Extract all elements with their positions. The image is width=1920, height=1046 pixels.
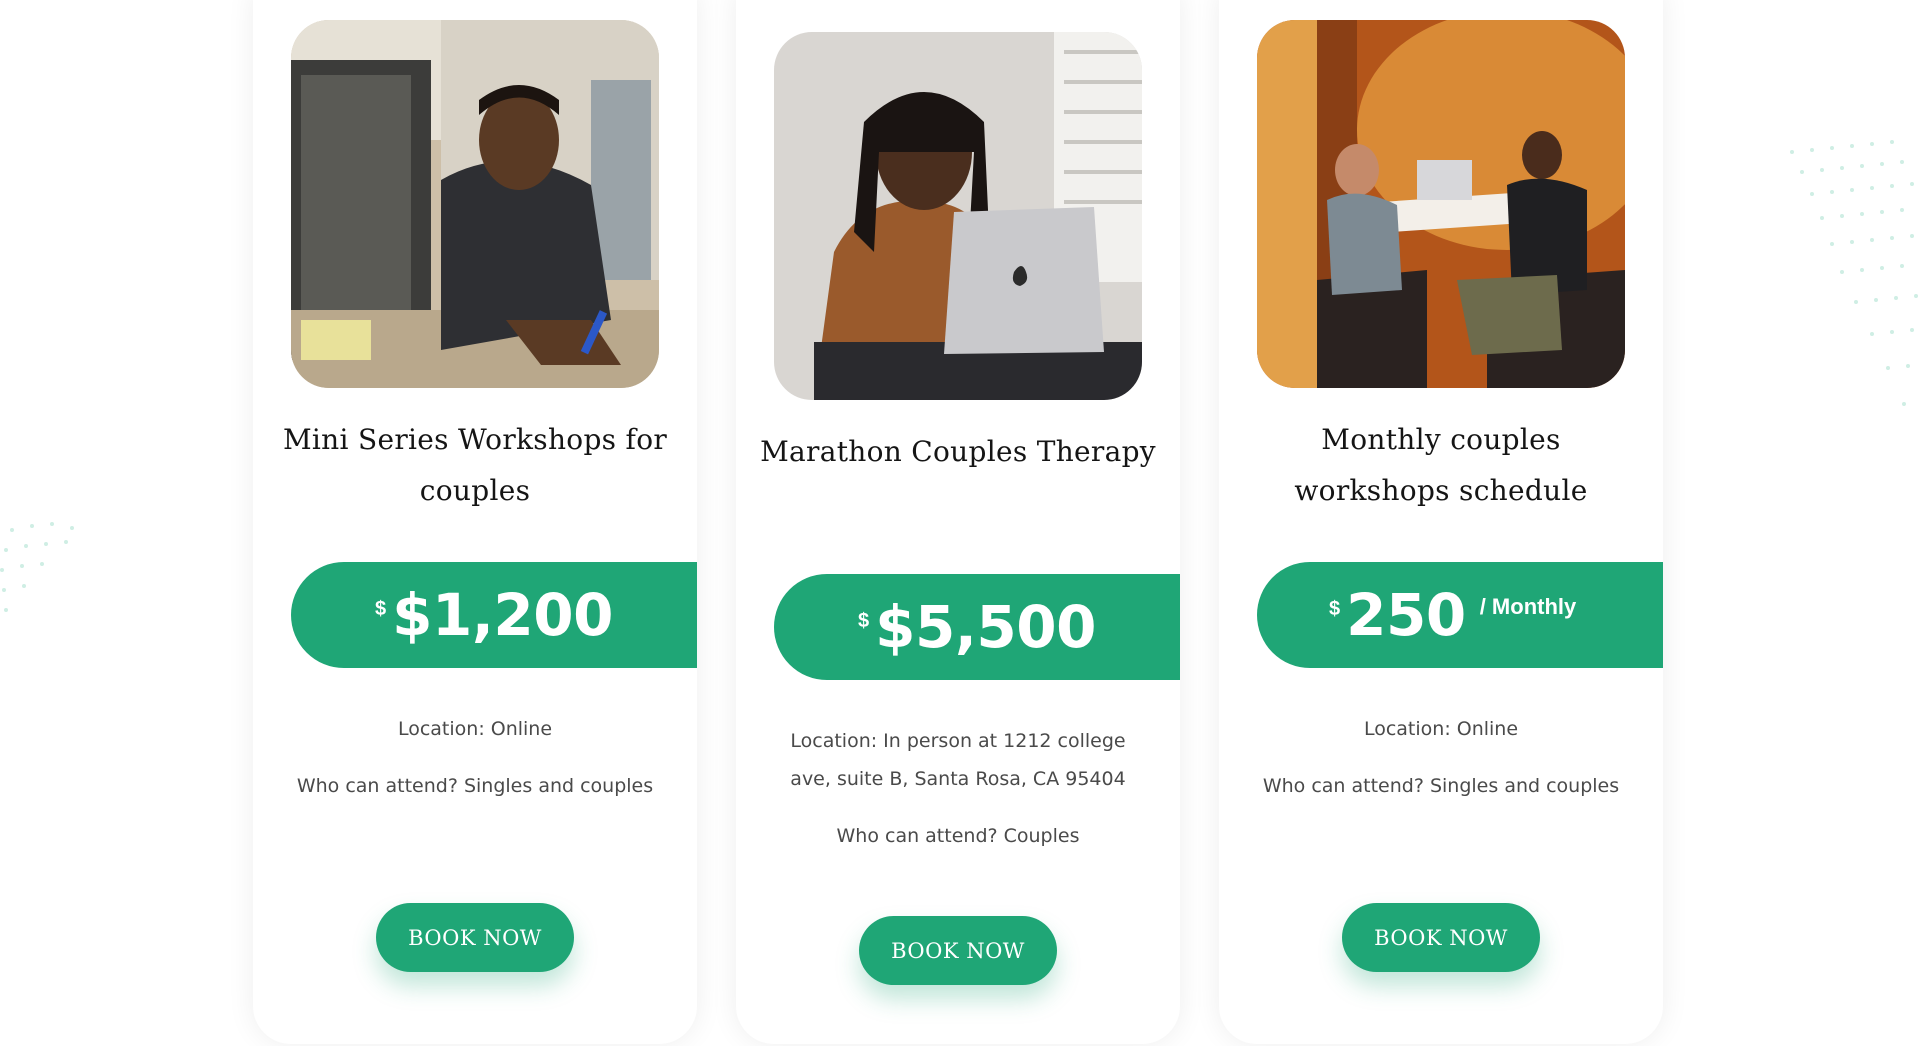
location-text: Location: In person at 1212 college ave,… bbox=[790, 730, 1126, 790]
attend-text: Who can attend? Couples bbox=[836, 825, 1080, 847]
pricing-card-mini-series: Mini Series Workshops for couples $ $1,2… bbox=[253, 0, 697, 1044]
price-amount: 250 bbox=[1346, 581, 1466, 649]
book-now-button[interactable]: BOOK NOW bbox=[1342, 903, 1540, 972]
photo-woman-with-laptop bbox=[774, 32, 1142, 400]
attend-text: Who can attend? Singles and couples bbox=[296, 775, 654, 797]
attend-text: Who can attend? Singles and couples bbox=[1262, 775, 1620, 797]
pricing-card-marathon: Marathon Couples Therapy $ $5,500 Locati… bbox=[736, 0, 1180, 1044]
currency-symbol: $ bbox=[858, 610, 870, 632]
location-text: Location: Online bbox=[397, 718, 553, 740]
photo-two-men-meeting-in-booth bbox=[1257, 20, 1625, 388]
currency-symbol: $ bbox=[375, 598, 387, 620]
card-title: Marathon Couples Therapy bbox=[760, 435, 1156, 468]
decorative-dots-right bbox=[1780, 140, 1920, 430]
pricing-card-monthly: Monthly couples workshops schedule $ 250… bbox=[1219, 0, 1663, 1044]
price-pill: $ $1,200 bbox=[291, 562, 697, 668]
book-now-button[interactable]: BOOK NOW bbox=[376, 903, 574, 972]
price-period: / Monthly bbox=[1479, 594, 1577, 619]
location-text: Location: Online bbox=[1363, 718, 1519, 740]
price-pill: $ $5,500 bbox=[774, 574, 1180, 680]
card-title: Mini Series Workshops for couples bbox=[282, 423, 668, 507]
card-title: Monthly couples workshops schedule bbox=[1294, 423, 1588, 507]
decorative-dots-left bbox=[0, 520, 90, 630]
book-now-button[interactable]: BOOK NOW bbox=[859, 916, 1057, 985]
price-amount: $5,500 bbox=[875, 593, 1096, 661]
currency-symbol: $ bbox=[1329, 598, 1341, 620]
price-pill: $ 250 / Monthly bbox=[1257, 562, 1663, 668]
photo-man-writing-at-desk bbox=[291, 20, 659, 388]
price-amount: $1,200 bbox=[392, 581, 613, 649]
